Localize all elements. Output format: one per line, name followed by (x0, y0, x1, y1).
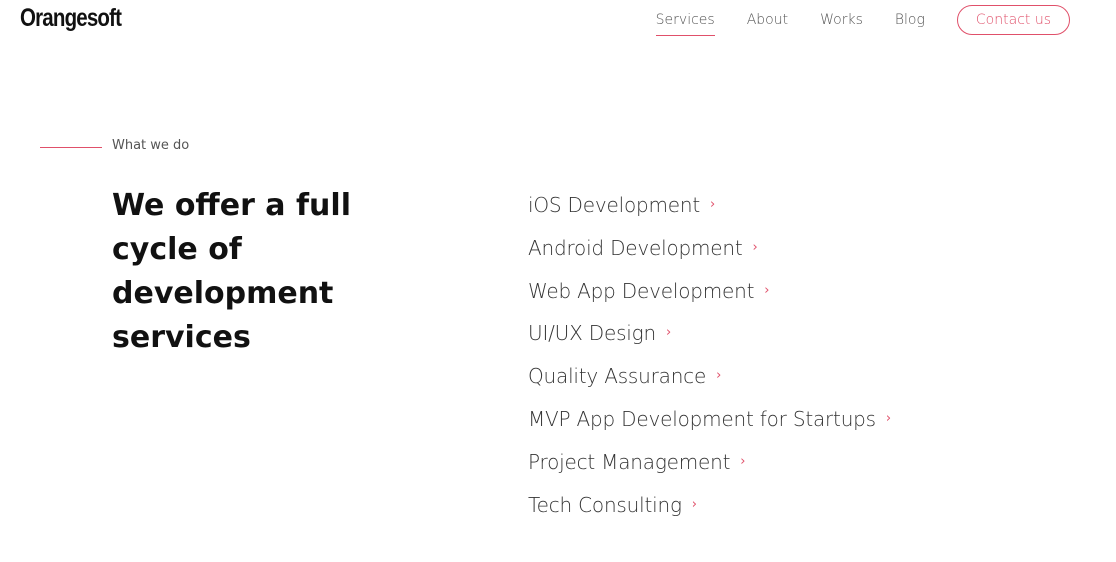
chevron-right-icon: › (710, 197, 716, 212)
service-item-android[interactable]: Android Development › (528, 231, 891, 274)
section-eyebrow: What we do (112, 138, 190, 153)
service-item-ios[interactable]: iOS Development › (528, 188, 891, 231)
services-list: iOS Development › Android Development › … (528, 188, 891, 530)
contact-us-button[interactable]: Contact us (956, 5, 1070, 35)
nav-about[interactable]: About (747, 10, 788, 30)
chevron-right-icon: › (740, 453, 746, 469)
service-label: Android Development (528, 235, 743, 260)
service-label: MVP App Development for Startups (528, 406, 876, 431)
top-nav: Services About Works Blog Contact us (655, 5, 1070, 36)
nav-works[interactable]: Works (820, 10, 863, 30)
service-label: iOS Development (528, 193, 700, 217)
chevron-right-icon: › (752, 239, 758, 255)
chevron-right-icon: › (716, 368, 722, 384)
service-item-qa[interactable]: Quality Assurance › (528, 359, 891, 402)
service-item-web-app[interactable]: Web App Development › (528, 274, 891, 317)
eyebrow-divider (40, 147, 102, 148)
nav-blog[interactable]: Blog (895, 10, 925, 30)
nav-services[interactable]: Services (655, 10, 715, 36)
service-label: Tech Consulting (528, 492, 682, 517)
service-item-mvp[interactable]: MVP App Development for Startups › (528, 402, 891, 445)
logo[interactable]: Orangesoft (20, 4, 122, 33)
chevron-right-icon: › (665, 325, 672, 341)
service-label: Project Management (528, 449, 731, 474)
service-label: Web App Development (528, 278, 755, 303)
section-headline: We offer a full cycle of development ser… (112, 188, 351, 355)
service-label: Quality Assurance (528, 364, 707, 389)
chevron-right-icon: › (885, 410, 892, 426)
service-item-tech-consulting[interactable]: Tech Consulting › (528, 488, 891, 531)
service-item-ui-ux[interactable]: UI/UX Design › (528, 316, 891, 359)
service-label: UI/UX Design (528, 321, 656, 346)
chevron-right-icon: › (764, 282, 770, 298)
service-item-project-management[interactable]: Project Management › (528, 445, 891, 488)
chevron-right-icon: › (691, 496, 697, 512)
